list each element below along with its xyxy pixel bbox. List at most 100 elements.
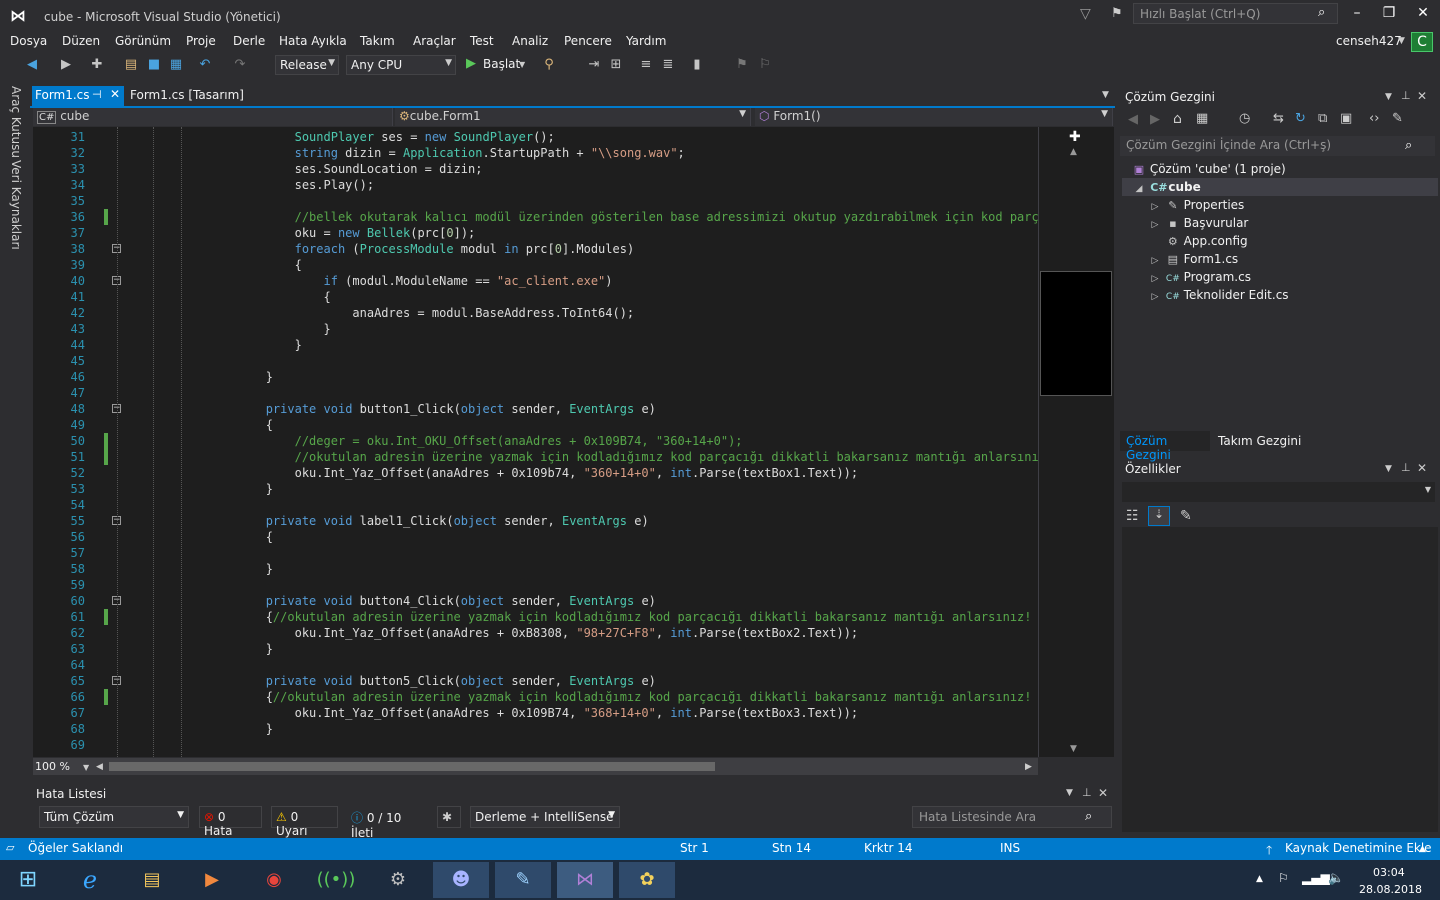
panel-pin-icon[interactable]: ⊥ [1082, 786, 1092, 799]
menu-araclar[interactable]: Araçlar [413, 34, 456, 48]
tab-overflow-icon[interactable]: ▼ [1102, 90, 1109, 100]
scroll-down-icon[interactable]: ▼ [1070, 744, 1077, 754]
new-project-icon[interactable]: ✚ [89, 57, 105, 73]
categorized-icon[interactable]: ☷ [1126, 508, 1139, 524]
project-nav-select[interactable]: C# cube [33, 108, 393, 126]
comment-icon[interactable]: ≡ [638, 57, 654, 73]
close-button[interactable]: ✕ [1408, 5, 1438, 25]
layout-icon[interactable]: ⊞ [608, 57, 624, 73]
discord-icon[interactable]: ☻ [433, 862, 489, 898]
panel-menu-icon[interactable]: ▼ [1066, 788, 1073, 798]
paint-icon[interactable]: ✿ [619, 862, 675, 898]
view-code-icon[interactable]: ‹› [1369, 111, 1379, 126]
panel-pin-icon[interactable]: ⊥ [1401, 89, 1411, 102]
code-editor[interactable]: 31 SoundPlayer ses = new SoundPlayer(); 3… [33, 127, 1038, 757]
tree-item-app-config[interactable]: ⚙ App.config [1148, 232, 1248, 250]
warnings-filter-button[interactable]: ⚠ 0 Uyarı [271, 806, 338, 838]
minimap-scrollbar[interactable] [1038, 127, 1114, 757]
panel-pin-icon[interactable]: ⊥ [1401, 461, 1411, 474]
open-file-icon[interactable]: ▤ [123, 57, 139, 73]
redo-icon[interactable]: ↷ [232, 57, 248, 73]
close-tab-icon[interactable]: ✕ [110, 87, 120, 101]
internet-explorer-icon[interactable]: ℯ [62, 862, 118, 898]
clock-time[interactable]: 03:04 [1373, 866, 1405, 879]
user-avatar[interactable]: C [1411, 32, 1433, 52]
show-hidden-icons[interactable]: ▲ [1256, 874, 1263, 884]
menu-dosya[interactable]: Dosya [10, 34, 47, 48]
volume-icon[interactable]: 🔈 [1328, 871, 1344, 886]
forward-icon[interactable]: ▶ [58, 57, 74, 73]
back-icon[interactable]: ◀ [24, 57, 40, 73]
save-icon[interactable]: ■ [146, 57, 162, 73]
build-filter-select[interactable]: Derleme + IntelliSense ▼ [470, 806, 620, 828]
menu-hata-ayikla[interactable]: Hata Ayıkla [279, 34, 347, 48]
menu-yardim[interactable]: Yardım [626, 34, 666, 48]
start-play-icon[interactable]: ▶ [466, 56, 476, 71]
quick-launch-input[interactable]: Hızlı Başlat (Ctrl+Q) [1133, 3, 1338, 24]
error-scope-select[interactable]: Tüm Çözüm ▼ [39, 806, 189, 828]
toolbox-tab[interactable]: Araç Kutusu [9, 86, 23, 158]
user-dropdown-icon[interactable]: ▼ [1398, 36, 1405, 46]
tree-item-properties[interactable]: ▷ ✎ Properties [1148, 196, 1245, 214]
bookmark-icon[interactable]: ▮ [689, 57, 705, 73]
media-player-icon[interactable]: ▶ [184, 862, 240, 898]
source-control-up-icon[interactable]: ▲ [1419, 844, 1426, 854]
panel-menu-icon[interactable]: ▼ [1385, 464, 1392, 474]
member-nav-select[interactable]: ⬡ Form1() ▼ [755, 108, 1113, 126]
find-in-files-icon[interactable]: ⚲ [541, 57, 557, 73]
notepad-icon[interactable]: ✎ [495, 862, 551, 898]
tree-item-program[interactable]: ▷ C# Program.cs [1148, 268, 1251, 286]
switch-views-icon[interactable]: ▦ [1196, 111, 1208, 126]
tab-solution-explorer[interactable]: Çözüm Gezgini [1120, 431, 1210, 462]
data-sources-tab[interactable]: Veri Kaynakları [9, 160, 23, 250]
tree-solution[interactable]: ▣ Çözüm 'cube' (1 proje) [1132, 160, 1286, 178]
minimap-viewport[interactable] [1040, 271, 1112, 396]
tab-form1-design[interactable]: Form1.cs [Tasarım] [130, 88, 244, 102]
visual-studio-taskbar-icon[interactable]: ⋈ [557, 862, 613, 898]
panel-close-icon[interactable]: ✕ [1098, 786, 1108, 800]
forward-icon[interactable]: ▶ [1150, 112, 1160, 127]
panel-close-icon[interactable]: ✕ [1417, 89, 1427, 103]
collapse-all-icon[interactable]: ⧉ [1318, 111, 1327, 126]
filter-icon[interactable]: ✱ [437, 806, 461, 828]
notifications-icon[interactable]: ⚑ [1111, 6, 1123, 21]
tab-team-explorer[interactable]: Takım Gezgini [1212, 431, 1307, 451]
save-all-icon[interactable]: ▦ [168, 57, 184, 73]
menu-takim[interactable]: Takım [360, 34, 395, 48]
quick-launch-search-icon[interactable]: ⌕ [1318, 5, 1325, 20]
minimize-button[interactable]: – [1342, 5, 1372, 25]
sync-icon[interactable]: ⇆ [1273, 111, 1284, 126]
pending-changes-icon[interactable]: ◷ [1239, 111, 1250, 126]
zoom-level[interactable]: 100 % [35, 760, 70, 773]
pin-icon[interactable]: ⊣ [92, 88, 102, 101]
menu-derle[interactable]: Derle [233, 34, 265, 48]
uncomment-icon[interactable]: ≣ [660, 57, 676, 73]
messages-filter-button[interactable]: ⓘ 0 / 10 İleti [347, 806, 427, 840]
tree-item-references[interactable]: ▷ ▪ Başvurular [1148, 214, 1249, 232]
menu-test[interactable]: Test [470, 34, 494, 48]
menu-duzen[interactable]: Düzen [62, 34, 100, 48]
refresh-icon[interactable]: ↻ [1295, 111, 1306, 126]
search-icon[interactable]: ⌕ [1085, 809, 1092, 824]
user-name[interactable]: censeh427 [1336, 34, 1402, 48]
build-config-select[interactable]: Release ▼ [275, 55, 339, 75]
prev-bookmark-icon[interactable]: ⚑ [734, 57, 750, 73]
menu-proje[interactable]: Proje [186, 34, 216, 48]
scroll-left-icon[interactable]: ◀ [96, 762, 103, 772]
network-tool-icon[interactable]: ((•)) [308, 862, 364, 898]
properties-wrench-icon[interactable]: ✎ [1392, 111, 1403, 126]
scroll-right-icon[interactable]: ▶ [1025, 762, 1032, 772]
tree-item-form1[interactable]: ▷ ▤ Form1.cs [1148, 250, 1239, 268]
back-icon[interactable]: ◀ [1128, 112, 1138, 127]
errors-filter-button[interactable]: ⊗ 0 Hata [199, 806, 262, 838]
clock-date[interactable]: 28.08.2018 [1359, 883, 1422, 896]
action-center-flag-icon[interactable]: ⚐ [1278, 871, 1289, 885]
properties-object-select[interactable]: ▼ [1122, 482, 1435, 502]
home-icon[interactable]: ⌂ [1173, 111, 1182, 127]
panel-close-icon[interactable]: ✕ [1417, 461, 1427, 475]
tab-form1-cs[interactable]: Form1.cs ⊣ ✕ [32, 86, 124, 106]
next-bookmark-icon[interactable]: ⚐ [757, 57, 773, 73]
error-list-search-input[interactable]: Hata Listesinde Ara [912, 806, 1112, 828]
property-pages-icon[interactable]: ✎ [1180, 508, 1192, 524]
horizontal-scroll-thumb[interactable] [109, 762, 715, 771]
